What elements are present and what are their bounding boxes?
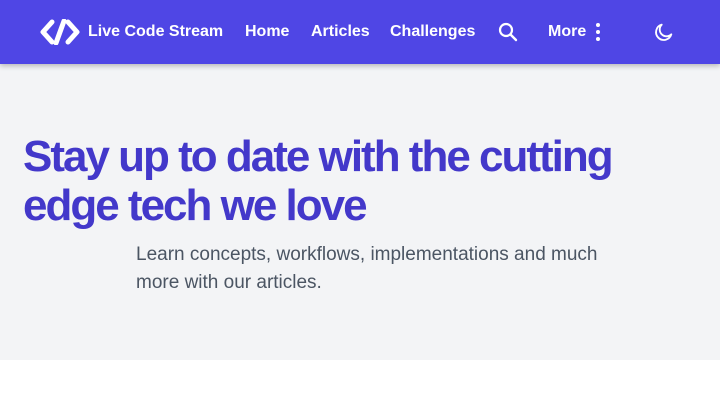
search-icon xyxy=(498,22,518,42)
brand-label: Live Code Stream xyxy=(88,23,224,40)
hero-subtitle: Learn concepts, workflows, implementatio… xyxy=(136,244,598,293)
more-label: More xyxy=(548,23,587,40)
more-menu-button[interactable]: More xyxy=(548,0,601,64)
vertical-dots-icon xyxy=(596,23,601,41)
moon-icon xyxy=(655,23,673,41)
nav-link-home[interactable]: Home xyxy=(245,0,289,64)
nav-link-articles[interactable]: Articles xyxy=(311,0,370,64)
theme-toggle-button[interactable] xyxy=(653,0,675,64)
nav-link-challenges[interactable]: Challenges xyxy=(390,0,475,64)
search-button[interactable] xyxy=(497,0,519,64)
hero-section: Stay up to date with the cutting edge te… xyxy=(0,64,720,360)
code-logo-icon xyxy=(40,19,80,45)
hero-title: Stay up to date with the cutting edge te… xyxy=(23,132,614,230)
brand-link[interactable]: Live Code Stream xyxy=(40,0,223,64)
navbar: Live Code Stream Home Articles Challenge… xyxy=(0,0,720,64)
